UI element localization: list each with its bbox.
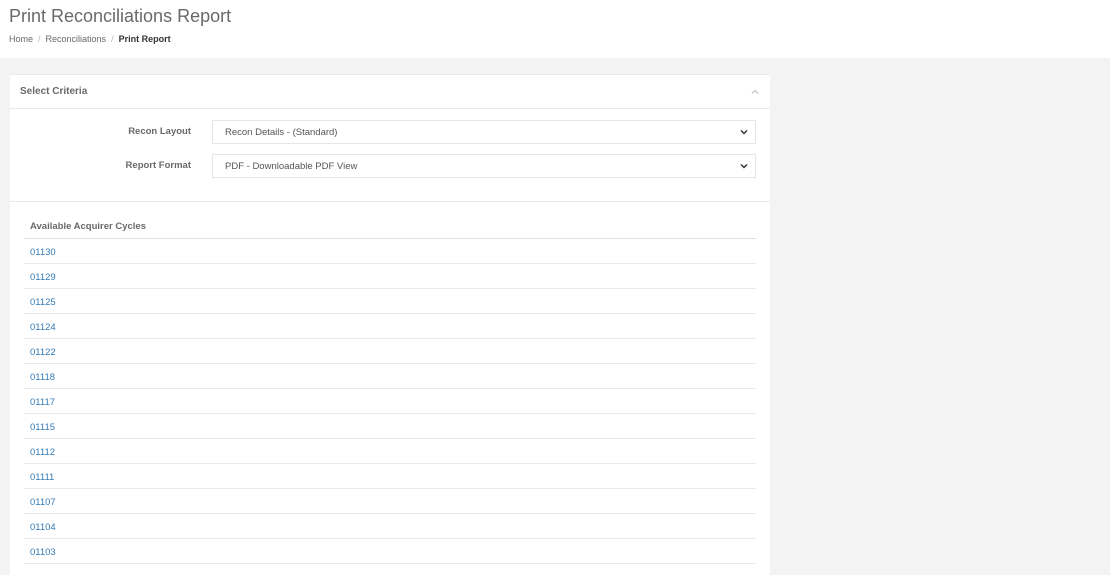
cycle-row: 01117	[24, 389, 756, 414]
criteria-panel-header: Select Criteria	[10, 75, 770, 109]
cycle-row: 01124	[24, 314, 756, 339]
breadcrumb-separator: /	[38, 34, 41, 44]
report-format-row: Report Format PDF - Downloadable PDF Vie…	[10, 154, 770, 178]
recon-layout-select[interactable]: Recon Details - (Standard)	[212, 120, 756, 144]
cycle-link[interactable]: 01122	[30, 347, 56, 358]
cycle-row: 01112	[24, 439, 756, 464]
criteria-panel-title: Select Criteria	[20, 86, 88, 97]
cycle-link[interactable]: 01111	[30, 472, 54, 483]
cycle-row: 01111	[24, 464, 756, 489]
chevron-up-icon[interactable]	[748, 85, 762, 99]
cycle-row: 01125	[24, 289, 756, 314]
criteria-panel: Select Criteria Recon Layout Recon Detai…	[10, 74, 770, 575]
breadcrumb-current: Print Report	[118, 34, 171, 44]
report-format-label: Report Format	[125, 160, 191, 171]
cycles-header: Available Acquirer Cycles	[30, 221, 146, 232]
cycle-link[interactable]: 01104	[30, 522, 56, 533]
cycle-link[interactable]: 01129	[30, 272, 56, 283]
report-format-value: PDF - Downloadable PDF View	[225, 161, 358, 172]
page-heading: Print Reconciliations Report Home / Reconc…	[0, 0, 1110, 58]
cycle-row: 01129	[24, 264, 756, 289]
cycle-row: 01107	[24, 489, 756, 514]
breadcrumb-separator: /	[111, 34, 114, 44]
cycle-link[interactable]: 01107	[30, 497, 56, 508]
chevron-down-icon	[740, 129, 748, 135]
cycle-row: 01118	[24, 364, 756, 389]
breadcrumb-home[interactable]: Home	[9, 34, 33, 44]
cycle-row: 01130	[24, 239, 756, 264]
cycle-link[interactable]: 01118	[30, 372, 55, 383]
breadcrumb-reconciliations[interactable]: Reconciliations	[46, 34, 107, 44]
chevron-down-icon	[740, 163, 748, 169]
cycle-row: 01104	[24, 514, 756, 539]
recon-layout-value: Recon Details - (Standard)	[225, 127, 338, 138]
report-format-select[interactable]: PDF - Downloadable PDF View	[212, 154, 756, 178]
cycle-row: 01122	[24, 339, 756, 364]
cycle-row: 01115	[24, 414, 756, 439]
breadcrumb: Home / Reconciliations / Print Report	[9, 34, 171, 44]
page-title: Print Reconciliations Report	[9, 6, 232, 26]
cycle-link[interactable]: 01103	[30, 547, 56, 558]
cycle-link[interactable]: 01130	[30, 247, 56, 258]
cycle-link[interactable]: 01125	[30, 297, 56, 308]
recon-layout-row: Recon Layout Recon Details - (Standard)	[10, 120, 770, 144]
section-divider	[10, 201, 770, 202]
cycle-list: 01130 01129 01125 01124 01122 01118 0111…	[24, 239, 756, 564]
cycle-link[interactable]: 01112	[30, 447, 55, 458]
cycle-link[interactable]: 01117	[30, 397, 55, 408]
cycle-link[interactable]: 01124	[30, 322, 56, 333]
recon-layout-label: Recon Layout	[128, 126, 191, 137]
cycle-row: 01103	[24, 539, 756, 564]
cycle-link[interactable]: 01115	[30, 422, 55, 433]
